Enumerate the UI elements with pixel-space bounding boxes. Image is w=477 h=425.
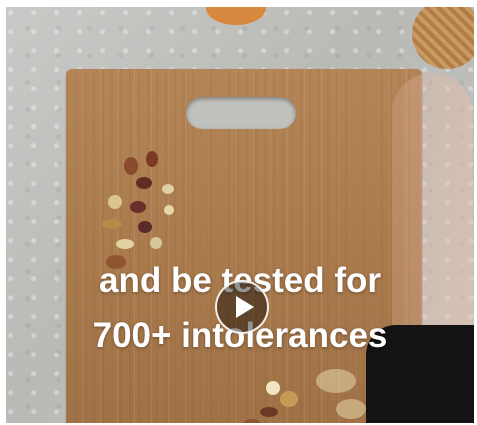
nut bbox=[136, 177, 152, 189]
wicker-basket bbox=[412, 7, 474, 69]
nut bbox=[260, 407, 278, 417]
play-icon bbox=[236, 296, 254, 318]
nut bbox=[162, 184, 174, 194]
play-button[interactable] bbox=[215, 280, 269, 334]
nut bbox=[266, 381, 280, 395]
nut bbox=[116, 239, 134, 249]
nut bbox=[146, 151, 158, 167]
nut bbox=[280, 391, 298, 407]
nut bbox=[108, 195, 122, 209]
nut bbox=[150, 237, 162, 249]
video-frame: and be tested for 700+ intolerances bbox=[0, 0, 477, 425]
nut bbox=[138, 221, 152, 233]
nut bbox=[102, 219, 122, 229]
nut bbox=[164, 205, 174, 215]
orange-fruit bbox=[206, 7, 266, 25]
nut bbox=[316, 369, 356, 393]
video-player[interactable]: and be tested for 700+ intolerances bbox=[6, 7, 474, 423]
nut bbox=[124, 157, 138, 175]
nut bbox=[130, 201, 146, 213]
nut bbox=[336, 399, 366, 419]
nut bbox=[244, 419, 260, 423]
board-handle bbox=[186, 97, 296, 129]
